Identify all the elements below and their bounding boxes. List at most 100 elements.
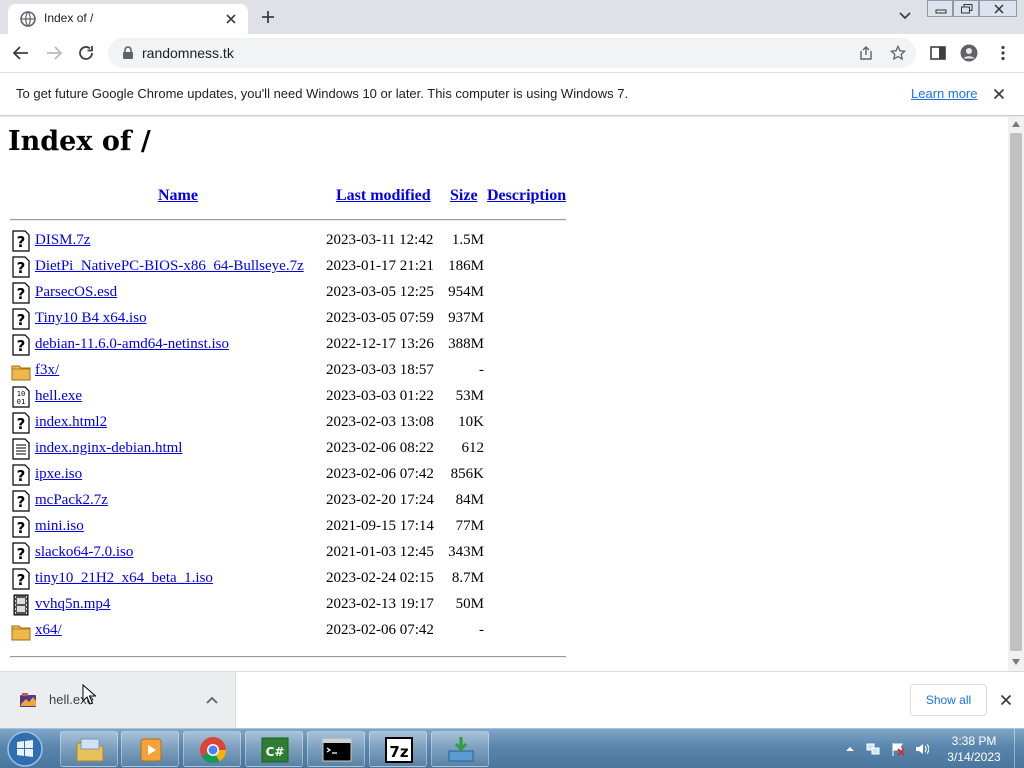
svg-text:?: ? [17, 493, 26, 511]
file-row: index.nginx-debian.html 2023-02-06 08:22 6… [0, 438, 600, 464]
column-header-name[interactable]: Name [158, 187, 198, 205]
file-size: 186M [448, 258, 484, 274]
file-size: 388M [448, 336, 484, 352]
tab-search-chevron-icon[interactable] [898, 11, 912, 21]
chevron-up-icon[interactable] [206, 696, 218, 704]
new-tab-icon[interactable] [260, 9, 276, 25]
file-name-link[interactable]: DietPi_NativePC-BIOS-x86_64-Bullseye.7z [35, 258, 304, 275]
close-window-button[interactable] [979, 0, 1017, 17]
show-all-downloads-button[interactable]: Show all [910, 684, 987, 716]
url-text[interactable]: randomness.tk [142, 45, 234, 61]
file-name-link[interactable]: slacko64-7.0.iso [35, 544, 133, 561]
file-name-link[interactable]: mini.iso [35, 518, 84, 535]
taskbar-cmd[interactable] [307, 731, 365, 767]
svg-text:?: ? [17, 571, 26, 589]
infobar-close-icon[interactable] [993, 88, 1005, 100]
volume-icon[interactable] [915, 742, 929, 756]
svg-text:01: 01 [17, 398, 25, 406]
svg-text:?: ? [17, 467, 26, 485]
scrollbar-thumb[interactable] [1010, 133, 1022, 651]
page-title: Index of / [8, 126, 151, 157]
minimize-button[interactable] [927, 0, 953, 17]
file-name-link[interactable]: tiny10_21H2_x64_beta_1.iso [35, 570, 213, 587]
learn-more-link[interactable]: Learn more [911, 86, 977, 101]
unknown-file-icon: ? [12, 568, 30, 590]
side-panel-icon[interactable] [929, 44, 947, 62]
column-header-last-modified[interactable]: Last modified [336, 187, 431, 205]
file-row: ? DISM.7z 2023-03-11 12:42 1.5M [0, 230, 600, 256]
address-bar[interactable]: randomness.tk [108, 38, 916, 68]
profile-avatar-icon[interactable] [960, 44, 978, 62]
file-name-link[interactable]: x64/ [35, 622, 62, 639]
file-modified: 2023-02-24 02:15 [326, 570, 434, 586]
download-shelf: hell.exe Show all [0, 671, 1024, 728]
unknown-file-icon: ? [12, 334, 30, 356]
unknown-file-icon: ? [12, 308, 30, 330]
column-header-size[interactable]: Size [450, 187, 478, 205]
taskbar-chrome[interactable] [183, 731, 241, 767]
clock-date[interactable]: 3/14/2023 [944, 750, 1004, 764]
tray-show-hidden-icon[interactable] [845, 742, 855, 756]
file-name-link[interactable]: hell.exe [35, 388, 82, 405]
page-scrollbar[interactable] [1008, 117, 1024, 671]
scroll-down-arrow-icon[interactable] [1012, 659, 1020, 665]
file-size: - [479, 362, 484, 378]
file-name-link[interactable]: DISM.7z [35, 232, 90, 249]
file-row: ? tiny10_21H2_x64_beta_1.iso 2023-02-24 02… [0, 568, 600, 594]
svg-text:?: ? [17, 233, 26, 251]
tab-close-icon[interactable] [224, 12, 238, 26]
file-name-link[interactable]: index.html2 [35, 414, 107, 431]
file-name-link[interactable]: ParsecOS.esd [35, 284, 117, 301]
taskbar-media-player[interactable] [121, 731, 179, 767]
taskbar-explorer[interactable] [60, 731, 118, 767]
lock-icon[interactable] [122, 46, 134, 60]
taskbar-csharp-app[interactable]: C# [245, 731, 303, 767]
file-modified: 2023-03-03 01:22 [326, 388, 434, 404]
taskbar-7zip[interactable]: 7z [369, 731, 427, 767]
chrome-icon [200, 737, 227, 764]
unknown-file-icon: ? [12, 542, 30, 564]
file-name-link[interactable]: debian-11.6.0-amd64-netinst.iso [35, 336, 229, 353]
file-modified: 2023-02-06 07:42 [326, 622, 434, 638]
network-icon[interactable] [866, 742, 880, 756]
action-center-flag-icon[interactable] [891, 742, 905, 756]
clock-time[interactable]: 3:38 PM [944, 734, 1004, 748]
kebab-menu-icon[interactable] [994, 44, 1012, 62]
file-name-link[interactable]: vvhq5n.mp4 [35, 596, 110, 613]
csharp-icon: C# [261, 737, 289, 763]
taskbar-installer[interactable] [431, 731, 489, 767]
file-row: ? slacko64-7.0.iso 2021-01-03 12:45 343M [0, 542, 600, 568]
browser-toolbar: randomness.tk [0, 34, 1024, 72]
download-shelf-close-icon[interactable] [1000, 694, 1012, 706]
svg-text:?: ? [17, 415, 26, 433]
file-row: vvhq5n.mp4 2023-02-13 19:17 50M [0, 594, 600, 620]
column-header-description[interactable]: Description [487, 187, 566, 205]
file-name-link[interactable]: ipxe.iso [35, 466, 82, 483]
file-modified: 2023-02-06 07:42 [326, 466, 434, 482]
share-icon[interactable] [858, 45, 874, 61]
back-arrow-icon[interactable] [12, 44, 30, 62]
file-row: ? ParsecOS.esd 2023-03-05 12:25 954M [0, 282, 600, 308]
file-name-link[interactable]: f3x/ [35, 362, 59, 379]
browser-tab[interactable]: Index of / [8, 4, 248, 34]
file-modified: 2023-01-17 21:21 [326, 258, 434, 274]
windows-start-orb-icon[interactable] [5, 730, 45, 768]
svg-text:C#: C# [266, 745, 285, 759]
reload-icon[interactable] [77, 44, 95, 62]
file-row: ? mcPack2.7z 2023-02-20 17:24 84M [0, 490, 600, 516]
unknown-file-icon: ? [12, 230, 30, 252]
file-name-link[interactable]: mcPack2.7z [35, 492, 108, 509]
close-icon [994, 4, 1004, 14]
svg-text:10: 10 [17, 390, 25, 398]
scroll-up-arrow-icon[interactable] [1012, 121, 1020, 127]
file-size: 954M [448, 284, 484, 300]
footer-divider [10, 656, 566, 658]
file-row: ? ipxe.iso 2023-02-06 07:42 856K [0, 464, 600, 490]
download-item[interactable]: hell.exe [0, 672, 236, 728]
bookmark-star-icon[interactable] [890, 45, 906, 61]
show-desktop-button[interactable] [1014, 729, 1024, 768]
forward-arrow-icon[interactable] [45, 44, 63, 62]
file-name-link[interactable]: Tiny10 B4 x64.iso [35, 310, 147, 327]
file-name-link[interactable]: index.nginx-debian.html [35, 440, 182, 457]
restore-button[interactable] [953, 0, 979, 17]
